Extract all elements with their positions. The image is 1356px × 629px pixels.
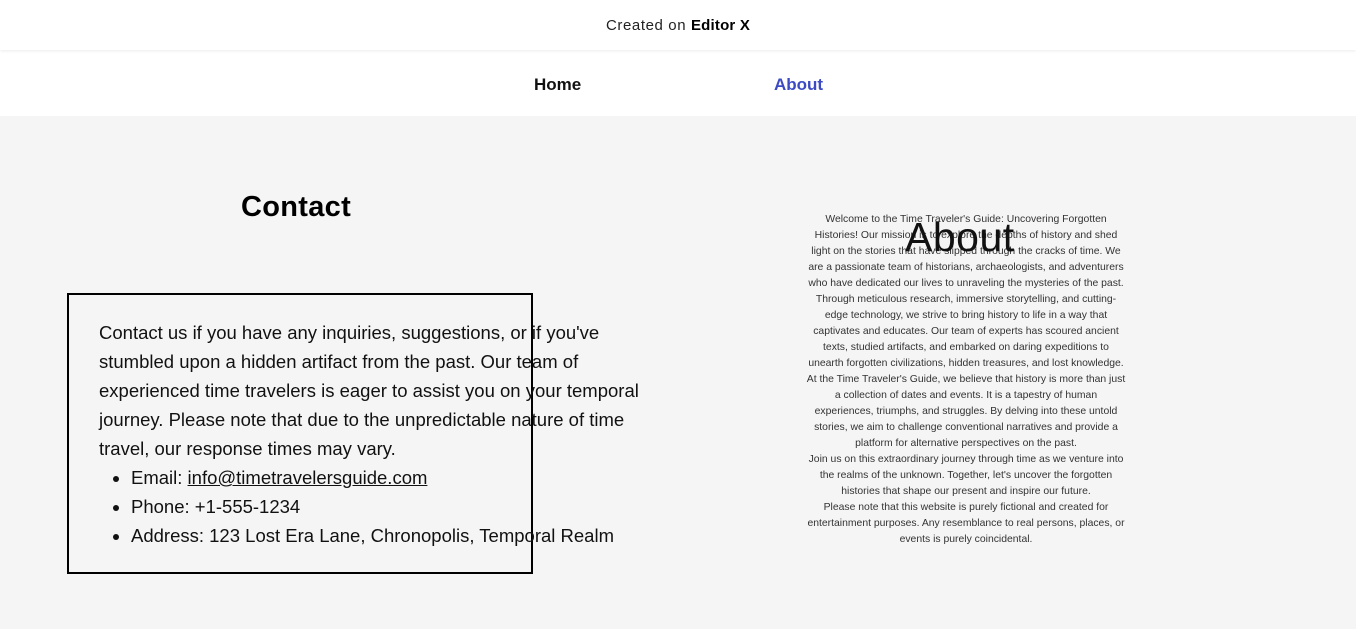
about-paragraph: Join us on this extraordinary journey th… xyxy=(808,454,1124,497)
contact-intro: Contact us if you have any inquiries, su… xyxy=(99,322,639,459)
banner-prefix: Created on xyxy=(605,16,687,34)
editor-x-banner[interactable]: Created on Editor X xyxy=(0,0,1356,50)
contact-phone-item: Phone: +1-555-1234 xyxy=(131,492,674,521)
editor-x-logo: Editor X xyxy=(690,16,751,34)
banner-text: Created on Editor X xyxy=(606,17,750,34)
about-paragraph: At the Time Traveler's Guide, we believe… xyxy=(806,374,1126,449)
contact-details-list: Email: info@timetravelersguide.com Phone… xyxy=(99,463,674,550)
contact-email-item: Email: info@timetravelersguide.com xyxy=(131,463,674,492)
nav-home-link[interactable]: Home xyxy=(534,75,581,95)
nav-about-link[interactable]: About xyxy=(774,75,823,95)
about-heading: About xyxy=(905,214,1015,260)
email-label: Email: xyxy=(131,467,188,488)
contact-address-item: Address: 123 Lost Era Lane, Chronopolis,… xyxy=(131,521,674,550)
contact-text-block: Contact us if you have any inquiries, su… xyxy=(99,318,674,550)
about-paragraph: Through meticulous research, immersive s… xyxy=(808,294,1124,369)
main-navigation: Home About xyxy=(0,50,1356,116)
about-text-block: Welcome to the Time Traveler's Guide: Un… xyxy=(806,212,1126,548)
about-paragraph: Please note that this website is purely … xyxy=(807,502,1125,545)
email-link[interactable]: info@timetravelersguide.com xyxy=(188,467,428,488)
contact-heading: Contact xyxy=(241,191,352,223)
